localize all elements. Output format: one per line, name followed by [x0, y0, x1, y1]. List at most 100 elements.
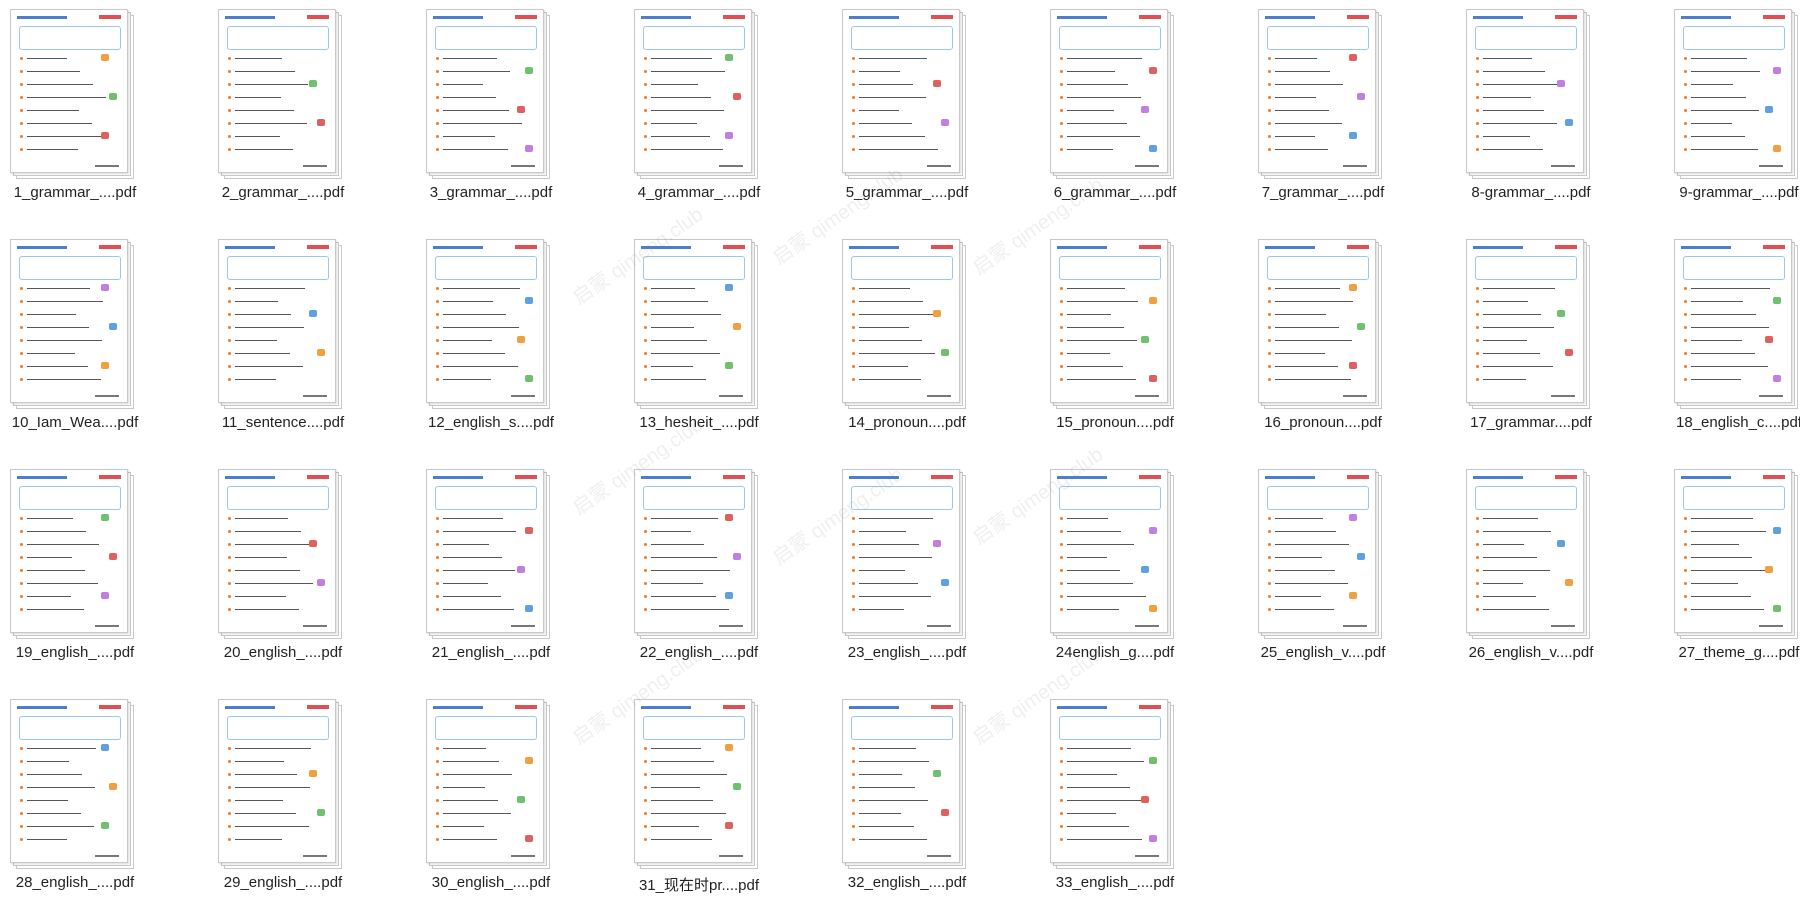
file-name: 33_english_....pdf: [1055, 874, 1175, 891]
file-item[interactable]: 5_grammar_....pdf: [832, 0, 1040, 230]
text-line: [1483, 340, 1527, 341]
file-item[interactable]: 6_grammar_....pdf: [1040, 0, 1248, 230]
footer: [95, 625, 119, 627]
bullet-icon: [1684, 530, 1687, 533]
page-preview: [634, 239, 752, 403]
bullet-icon: [1268, 326, 1271, 329]
file-item[interactable]: 13_hesheit_....pdf: [624, 230, 832, 460]
page-preview: [1258, 9, 1376, 173]
worksheet-title: [1265, 246, 1315, 249]
footer: [95, 165, 119, 167]
page-preview: [634, 469, 752, 633]
text-line: [443, 340, 492, 341]
text-line: [27, 826, 94, 827]
bullet-icon: [1060, 543, 1063, 546]
bullet-icon: [852, 760, 855, 763]
file-item[interactable]: 21_english_....pdf: [416, 460, 624, 690]
text-line: [1691, 353, 1755, 354]
file-item[interactable]: 31_现在时pr....pdf: [624, 690, 832, 920]
bullet-icon: [228, 109, 231, 112]
file-item[interactable]: 11_sentence....pdf: [208, 230, 416, 460]
file-item[interactable]: 33_english_....pdf: [1040, 690, 1248, 920]
illustration-icon: [725, 132, 733, 139]
text-line: [443, 787, 485, 788]
text-line: [1067, 557, 1107, 558]
bullet-icon: [1060, 517, 1063, 520]
illustration-icon: [109, 783, 117, 790]
bullet-icon: [1476, 378, 1479, 381]
illustration-icon: [1141, 796, 1149, 803]
file-item[interactable]: 18_english_c....pdf: [1664, 230, 1800, 460]
bullet-icon: [1268, 530, 1271, 533]
file-item[interactable]: 27_theme_g....pdf: [1664, 460, 1800, 690]
bullet-icon: [436, 148, 439, 151]
page-preview: [1466, 9, 1584, 173]
example-box: [227, 26, 329, 50]
example-box: [1059, 486, 1161, 510]
file-item[interactable]: 20_english_....pdf: [208, 460, 416, 690]
illustration-icon: [525, 527, 533, 534]
file-item[interactable]: 28_english_....pdf: [0, 690, 208, 920]
file-item[interactable]: 23_english_....pdf: [832, 460, 1040, 690]
bullet-icon: [852, 838, 855, 841]
footer: [927, 625, 951, 627]
text-line: [1483, 583, 1523, 584]
page-preview: [1050, 469, 1168, 633]
file-item[interactable]: 19_english_....pdf: [0, 460, 208, 690]
footer: [1343, 395, 1367, 397]
bullet-icon: [1060, 799, 1063, 802]
text-line: [27, 288, 90, 289]
illustration-icon: [941, 579, 949, 586]
bullet-icon: [1060, 287, 1063, 290]
file-item[interactable]: 14_pronoun....pdf: [832, 230, 1040, 460]
illustration-icon: [1557, 310, 1565, 317]
text-line: [1483, 596, 1536, 597]
file-item[interactable]: 22_english_....pdf: [624, 460, 832, 690]
file-item[interactable]: 15_pronoun....pdf: [1040, 230, 1248, 460]
file-item[interactable]: 32_english_....pdf: [832, 690, 1040, 920]
example-box: [19, 716, 121, 740]
bullet-icon: [644, 569, 647, 572]
bullet-icon: [1476, 313, 1479, 316]
file-item[interactable]: 24english_g....pdf: [1040, 460, 1248, 690]
text-line: [1483, 353, 1540, 354]
bullet-icon: [852, 313, 855, 316]
file-item[interactable]: 16_pronoun....pdf: [1248, 230, 1456, 460]
pdf-thumbnail-icon: [1466, 9, 1590, 179]
bullet-icon: [1060, 760, 1063, 763]
bullet-icon: [852, 352, 855, 355]
bullet-icon: [1060, 773, 1063, 776]
file-name: 29_english_....pdf: [223, 874, 343, 891]
file-item[interactable]: 8-grammar_....pdf: [1456, 0, 1664, 230]
file-name: 8-grammar_....pdf: [1471, 184, 1591, 201]
bullet-icon: [644, 595, 647, 598]
bullet-icon: [436, 83, 439, 86]
text-line: [27, 544, 99, 545]
text-line: [859, 288, 910, 289]
file-item[interactable]: 29_english_....pdf: [208, 690, 416, 920]
bullet-icon: [1060, 582, 1063, 585]
file-item[interactable]: 4_grammar_....pdf: [624, 0, 832, 230]
file-item[interactable]: 12_english_s....pdf: [416, 230, 624, 460]
text-line: [443, 570, 515, 571]
file-item[interactable]: 7_grammar_....pdf: [1248, 0, 1456, 230]
file-item[interactable]: 25_english_v....pdf: [1248, 460, 1456, 690]
bullet-icon: [644, 70, 647, 73]
file-item[interactable]: 30_english_....pdf: [416, 690, 624, 920]
file-item[interactable]: 10_Iam_Wea....pdf: [0, 230, 208, 460]
page-preview: [634, 699, 752, 863]
text-line: [651, 366, 693, 367]
illustration-icon: [525, 67, 533, 74]
bullet-icon: [228, 760, 231, 763]
text-line: [1691, 110, 1759, 111]
worksheet-title: [849, 246, 899, 249]
file-item[interactable]: 9-grammar_....pdf: [1664, 0, 1800, 230]
file-item[interactable]: 3_grammar_....pdf: [416, 0, 624, 230]
bullet-icon: [1684, 378, 1687, 381]
file-item[interactable]: 26_english_v....pdf: [1456, 460, 1664, 690]
text-line: [235, 288, 305, 289]
file-item[interactable]: 2_grammar_....pdf: [208, 0, 416, 230]
file-item[interactable]: 1_grammar_....pdf: [0, 0, 208, 230]
file-item[interactable]: 17_grammar....pdf: [1456, 230, 1664, 460]
bullet-icon: [644, 135, 647, 138]
